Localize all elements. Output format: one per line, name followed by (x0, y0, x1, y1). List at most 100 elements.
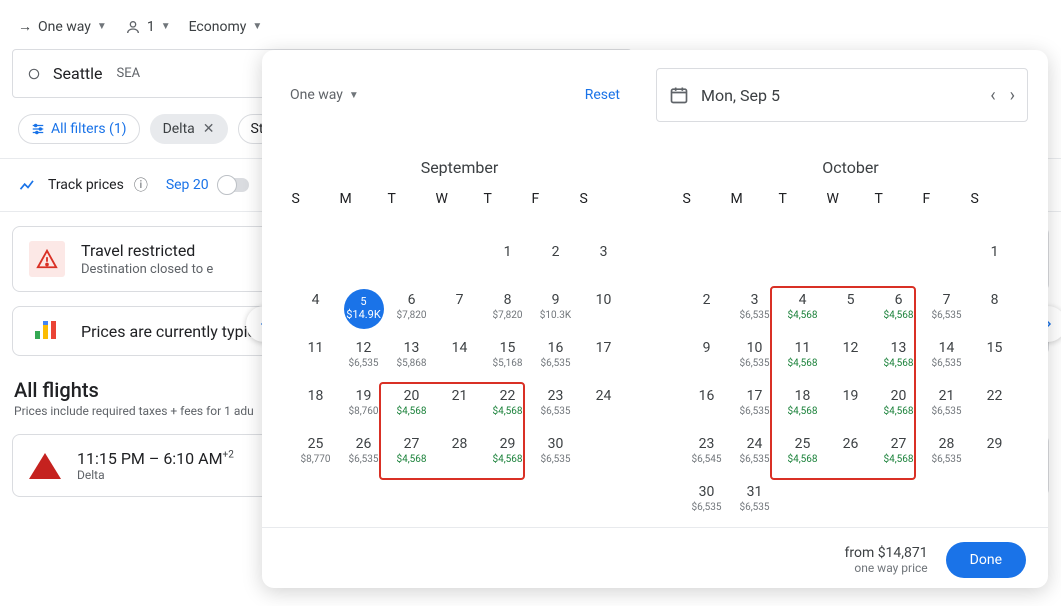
calendar-day[interactable]: 25$4,568 (779, 431, 827, 479)
calendar-day[interactable]: 27$4,568 (875, 431, 923, 479)
calendar-day[interactable]: 30$6,535 (683, 479, 731, 527)
all-filters-chip[interactable]: All filters (1) (18, 114, 140, 144)
day-number: 1 (484, 243, 532, 261)
calendar-day[interactable]: 18 (292, 383, 340, 431)
calendar-day[interactable]: 22 (971, 383, 1019, 431)
calendar-day[interactable]: 16$6,535 (532, 335, 580, 383)
calendar-day[interactable]: 26$6,535 (340, 431, 388, 479)
calendar-day[interactable]: 18$4,568 (779, 383, 827, 431)
calendar-day[interactable]: 5$14.9K (340, 287, 388, 335)
track-prices-toggle[interactable] (219, 178, 249, 192)
calendar-day[interactable]: 10 (580, 287, 628, 335)
calendar-day[interactable]: 28 (436, 431, 484, 479)
calendar-day[interactable]: 21$6,535 (923, 383, 971, 431)
info-icon[interactable]: ⓘ (134, 175, 148, 195)
calendar-day[interactable]: 24 (580, 383, 628, 431)
day-number: 26 (340, 435, 388, 453)
trip-type-selector[interactable]: → One way ▼ (18, 18, 107, 35)
calendar-day[interactable]: 8 (971, 287, 1019, 335)
calendar-day[interactable]: 19 (827, 383, 875, 431)
calendar-day[interactable]: 22$4,568 (484, 383, 532, 431)
calendar-day[interactable]: 4 (292, 287, 340, 335)
calendar-day[interactable]: 4$4,568 (779, 287, 827, 335)
calendar-day[interactable]: 29$4,568 (484, 431, 532, 479)
calendar-day[interactable]: 28$6,535 (923, 431, 971, 479)
calendar-day[interactable]: 6$7,820 (388, 287, 436, 335)
day-number: 6 (875, 291, 923, 309)
reset-button[interactable]: Reset (585, 87, 620, 103)
calendar-day[interactable]: 5 (827, 287, 875, 335)
calendar-day[interactable]: 20$4,568 (388, 383, 436, 431)
calendar-day[interactable]: 7 (436, 287, 484, 335)
day-price: $6,535 (923, 406, 971, 417)
calendar-day[interactable]: 19$8,760 (340, 383, 388, 431)
calendar-day[interactable]: 7$6,535 (923, 287, 971, 335)
day-number: 28 (923, 435, 971, 453)
close-icon[interactable]: ✕ (203, 121, 215, 137)
calendar-day[interactable]: 23$6,545 (683, 431, 731, 479)
calendar-day[interactable]: 10$6,535 (731, 335, 779, 383)
calendar-day[interactable]: 27$4,568 (388, 431, 436, 479)
day-number: 10 (731, 339, 779, 357)
calendar-day[interactable]: 25$8,770 (292, 431, 340, 479)
day-price: $10.3K (532, 310, 580, 321)
day-number: 3 (731, 291, 779, 309)
passenger-selector[interactable]: 1 ▼ (125, 19, 171, 35)
calendar-day[interactable]: 17$6,535 (731, 383, 779, 431)
day-number: 12 (827, 339, 875, 357)
day-number: 8 (971, 291, 1019, 309)
calendar-day[interactable]: 23$6,535 (532, 383, 580, 431)
departure-date-input[interactable]: Mon, Sep 5 ‹ › (656, 68, 1028, 122)
calendar-day[interactable]: 3 (580, 239, 628, 287)
day-number: 24 (731, 435, 779, 453)
origin-icon (27, 67, 41, 81)
calendar-day[interactable]: 29 (971, 431, 1019, 479)
calendar-day[interactable]: 20$4,568 (875, 383, 923, 431)
day-of-week: T (779, 191, 827, 239)
calendar-day[interactable]: 21 (436, 383, 484, 431)
day-price: $6,535 (731, 310, 779, 321)
calendar-day[interactable]: 1 (971, 239, 1019, 287)
calendar-day[interactable]: 6$4,568 (875, 287, 923, 335)
calendar-day[interactable]: 8$7,820 (484, 287, 532, 335)
calendar-day[interactable]: 13$5,868 (388, 335, 436, 383)
date-next-icon[interactable]: › (1010, 85, 1015, 106)
typical-prices-text: Prices are currently typic (81, 322, 256, 341)
airline-filter-chip[interactable]: Delta ✕ (150, 114, 228, 144)
calendar-day[interactable]: 12$6,535 (340, 335, 388, 383)
calendar-day[interactable]: 9 (683, 335, 731, 383)
day-price: $6,535 (731, 502, 779, 513)
calendar-day[interactable]: 11 (292, 335, 340, 383)
calendar-day[interactable]: 11$4,568 (779, 335, 827, 383)
panel-trip-selector[interactable]: One way ▼ (290, 87, 359, 103)
date-prev-icon[interactable]: ‹ (990, 85, 995, 106)
day-number: 20 (388, 387, 436, 405)
calendar-day[interactable]: 30$6,535 (532, 431, 580, 479)
calendar-day[interactable]: 26 (827, 431, 875, 479)
calendar-day[interactable]: 1 (484, 239, 532, 287)
day-price: $4,568 (388, 454, 436, 465)
calendar-day[interactable]: 12 (827, 335, 875, 383)
done-button[interactable]: Done (946, 542, 1026, 578)
calendar-day[interactable]: 14 (436, 335, 484, 383)
calendar-day[interactable]: 24$6,535 (731, 431, 779, 479)
day-number: 22 (484, 387, 532, 405)
calendar-day[interactable]: 2 (532, 239, 580, 287)
day-number: 14 (436, 339, 484, 357)
day-number: 29 (971, 435, 1019, 453)
calendar-day[interactable]: 15 (971, 335, 1019, 383)
day-price: $6,535 (923, 310, 971, 321)
calendar-day[interactable]: 3$6,535 (731, 287, 779, 335)
restricted-title: Travel restricted (81, 241, 213, 260)
calendar-day[interactable]: 17 (580, 335, 628, 383)
calendar-day[interactable]: 15$5,168 (484, 335, 532, 383)
track-date[interactable]: Sep 20 (166, 177, 209, 193)
calendar-day[interactable]: 9$10.3K (532, 287, 580, 335)
cabin-selector[interactable]: Economy ▼ (189, 19, 263, 35)
calendar-day[interactable]: 13$4,568 (875, 335, 923, 383)
calendar-day[interactable]: 14$6,535 (923, 335, 971, 383)
calendar-day[interactable]: 16 (683, 383, 731, 431)
calendar-day[interactable]: 31$6,535 (731, 479, 779, 527)
search-options-row: → One way ▼ 1 ▼ Economy ▼ (0, 0, 1061, 45)
calendar-day[interactable]: 2 (683, 287, 731, 335)
